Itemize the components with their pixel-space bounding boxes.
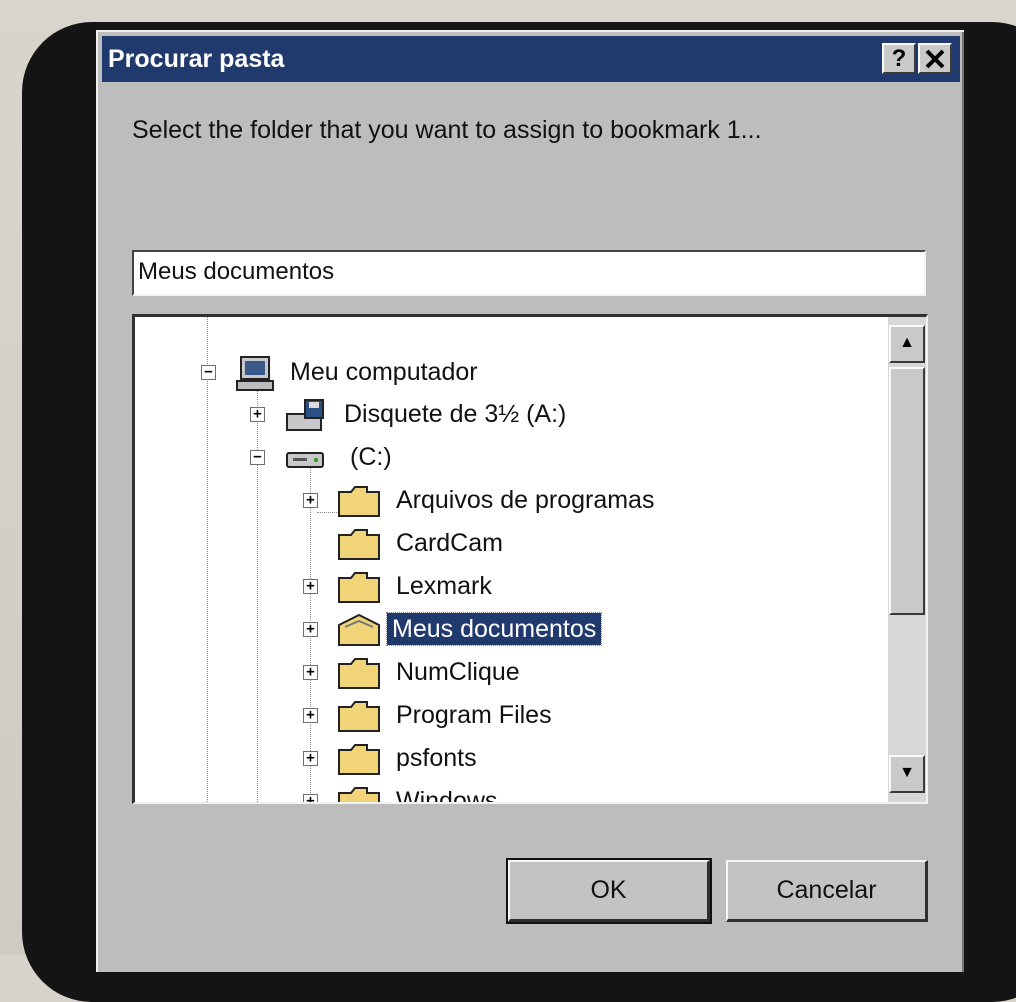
expand-toggle[interactable]: + [303, 708, 318, 723]
dialog-title: Procurar pasta [108, 45, 285, 73]
tree-node-folder[interactable]: + psfonts [135, 739, 735, 779]
computer-icon [235, 356, 277, 397]
tree-label[interactable]: Arquivos de programas [391, 484, 659, 516]
scroll-down-arrow[interactable]: ▼ [889, 755, 925, 793]
tree-label[interactable]: Program Files [391, 699, 557, 731]
expand-toggle[interactable]: + [303, 751, 318, 766]
selected-folder-field[interactable]: Meus documentos [132, 250, 926, 296]
tree-label[interactable]: NumClique [391, 656, 525, 688]
tree-node-folder[interactable]: + NumClique [135, 653, 735, 693]
tree-label[interactable]: CardCam [391, 527, 508, 559]
tree-node-folder[interactable]: CardCam [135, 524, 735, 564]
scroll-thumb[interactable] [889, 367, 925, 615]
folder-icon [337, 785, 381, 802]
expand-toggle[interactable]: + [303, 579, 318, 594]
tree-label[interactable]: Lexmark [391, 570, 497, 602]
expand-toggle[interactable]: + [303, 622, 318, 637]
title-bar[interactable]: Procurar pasta ? [102, 36, 960, 82]
documents-folder-icon [337, 613, 381, 652]
tree-node-folder[interactable]: + Arquivos de programas [135, 481, 735, 521]
browse-folder-dialog: Procurar pasta ? Select the folder that … [96, 30, 964, 972]
tree-label[interactable]: Disquete de 3½ (A:) [339, 398, 571, 430]
tree-label[interactable]: (C:) [345, 441, 397, 473]
cancel-button[interactable]: Cancelar [726, 860, 928, 922]
folder-icon [337, 699, 381, 738]
tree-node-folder-selected[interactable]: + Meus documentos [135, 610, 735, 650]
tree-node-drive-c[interactable]: − (C:) [135, 438, 735, 478]
close-button[interactable] [918, 43, 952, 74]
ok-button[interactable]: OK [506, 858, 712, 924]
collapse-toggle[interactable]: − [250, 450, 265, 465]
expand-toggle[interactable]: + [303, 665, 318, 680]
folder-tree[interactable]: − Meu computador + Disquete de 3½ (A:) −… [132, 314, 928, 804]
hard-drive-icon [285, 441, 327, 482]
folder-icon [337, 570, 381, 609]
collapse-toggle[interactable]: − [201, 365, 216, 380]
folder-icon [337, 484, 381, 523]
floppy-drive-icon [285, 398, 327, 439]
tree-label[interactable]: Meus documentos [385, 612, 603, 646]
folder-icon [337, 656, 381, 695]
folder-icon [337, 742, 381, 781]
instruction-text: Select the folder that you want to assig… [132, 116, 762, 144]
vertical-scrollbar[interactable]: ▲ ▼ [888, 317, 926, 802]
expand-toggle[interactable]: + [303, 794, 318, 802]
expand-toggle[interactable]: + [250, 407, 265, 422]
tree-node-folder[interactable]: + Program Files [135, 696, 735, 736]
folder-icon [337, 527, 381, 566]
tree-label[interactable]: Windows [391, 785, 502, 802]
tree-label[interactable]: psfonts [391, 742, 482, 774]
scroll-up-arrow[interactable]: ▲ [889, 325, 925, 363]
close-icon [925, 49, 945, 69]
expand-toggle[interactable]: + [303, 493, 318, 508]
tree-node-folder[interactable]: + Lexmark [135, 567, 735, 607]
tree-node-folder[interactable]: + Windows [135, 782, 735, 802]
tree-node-my-computer[interactable]: − Meu computador [135, 353, 735, 393]
tree-node-floppy-drive[interactable]: + Disquete de 3½ (A:) [135, 395, 735, 435]
tree-label[interactable]: Meu computador [285, 356, 483, 388]
help-button[interactable]: ? [882, 43, 916, 74]
